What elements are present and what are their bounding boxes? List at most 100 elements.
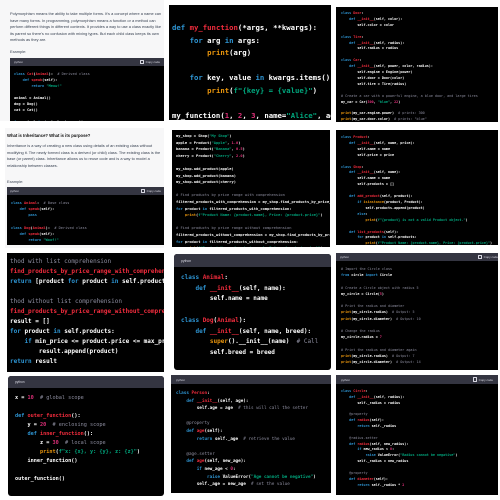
token-string: f"Product Name: {product.name}, Price: {… [377, 241, 491, 245]
token-number: 20 [40, 422, 47, 428]
token-string: "Cherry" [213, 153, 232, 158]
token-keyword: in [38, 120, 42, 121]
clipboard-icon [140, 188, 145, 194]
token-keyword: def [349, 170, 356, 175]
token-string: f"Product Name: {product.name}, Price: {… [198, 213, 321, 218]
inheritance-heading: What is Inheritance? What is its purpose… [7, 133, 91, 138]
code-line: def age(self): [186, 428, 223, 434]
code-header: python [174, 254, 331, 267]
token-keyword: def [186, 459, 195, 465]
code-line: x = 10 # global scope [15, 395, 84, 401]
copy-code-button[interactable]: Copy code [477, 254, 498, 260]
code-line: def inner_function(): [27, 431, 94, 437]
clipboard-icon [139, 59, 144, 65]
token-keyword: in [53, 328, 61, 335]
code-line: raise ValueError("Age cannot be negative… [207, 474, 316, 480]
token-keyword: def [349, 194, 356, 199]
token-keyword: def [349, 476, 356, 481]
token-name: inner_function [40, 431, 84, 437]
code-line: print(f"{key} = {value}") [207, 85, 318, 95]
copy-code-button[interactable]: Copy code [140, 188, 161, 194]
token-keyword: return [31, 84, 45, 88]
token-name: speak [28, 232, 40, 237]
token-name: Shop [353, 164, 362, 169]
code-line: filtered_products_with_comprehension = m… [176, 199, 330, 204]
token-comment: # enclosing scope [52, 422, 106, 428]
token-keyword: def [19, 232, 27, 237]
code-line: if min_price <= product.price <= max_pri… [24, 338, 164, 345]
token-builtin: print [365, 217, 376, 222]
token-builtin: print [341, 353, 352, 358]
code-line: print(f"Product Name: {product.name}, Pr… [365, 241, 493, 245]
token-keyword: def [19, 207, 27, 212]
token-string: "My Shop" [209, 134, 230, 138]
token-comment: # Find products by price range with comp… [176, 193, 285, 198]
token-keyword: in [255, 73, 265, 83]
args-kwargs-code: def my_function(*args, **kwargs): for ar… [169, 5, 331, 120]
code-line: outer_function() [15, 476, 65, 482]
code-line: thod without list comprehension [10, 297, 161, 307]
token-keyword: if [357, 199, 362, 204]
code-line: for product in filtered_products_without… [176, 239, 299, 244]
token-number: 7 [379, 335, 382, 340]
token-name: Animal [32, 225, 46, 230]
token-name: Car [353, 58, 360, 63]
token-comment: # prints: 300 [398, 111, 425, 116]
token-builtin: print [341, 360, 352, 365]
token-builtin: print [185, 246, 196, 247]
token-builtin: print [207, 48, 230, 58]
copy-label: Copy code [146, 189, 161, 193]
token-name: Product [353, 135, 368, 139]
token-number: 0.5 [235, 147, 243, 152]
shop-usage-code: my_shop = Shop("My Shop") apple = Product… [172, 130, 330, 247]
token-number: 2.0 [235, 153, 243, 158]
copy-code-button[interactable]: Copy code [472, 377, 493, 382]
token-keyword: raise [365, 453, 376, 458]
token-keyword: class [14, 72, 25, 76]
token-keyword: for [189, 35, 203, 45]
code-line: print(f"Product Name: {product.name}, Pr… [176, 245, 326, 247]
code-line: print(my_circle.diameter) # Output: 14 [341, 360, 421, 365]
code-line: self.name = name [181, 295, 268, 303]
token-string: "Alice" [286, 111, 318, 120]
code-line: for arg in args: [189, 35, 260, 45]
token-keyword: def [349, 64, 356, 69]
token-comment: # Output: 10 [396, 316, 421, 321]
token-comment: @property [186, 421, 210, 427]
token-number: 1.0 [231, 140, 239, 145]
token-keyword: in [224, 35, 234, 45]
token-name: __init__ [209, 284, 239, 292]
token-keyword: in [381, 235, 386, 240]
token-keyword: return [10, 278, 32, 285]
code-block: class Cat(Animal): # Derived class def s… [10, 66, 164, 121]
code-line: def __init__(self, name): [195, 284, 286, 292]
token-comment: # this will call the setter [238, 406, 308, 412]
code-header: python Copy code [336, 253, 498, 261]
code-line: find_products_by_price_range_without_com… [10, 307, 164, 317]
code-line: my_shop.add_product(cherry) [176, 180, 236, 185]
token-name: Animal [217, 316, 239, 324]
code-line: class Dog(Animal): [181, 316, 247, 324]
token-keyword: def [349, 441, 356, 446]
token-keyword: def [349, 40, 356, 45]
code-line: my_shop = Shop("My Shop") [176, 134, 232, 138]
token-name: Animal [24, 201, 37, 205]
token-string: f"{product} is not a valid Product objec… [377, 217, 466, 222]
language-label: python [10, 189, 20, 193]
code-block: class Person: def __init__(self, age): s… [171, 384, 331, 493]
token-comment: # Import the Circle class [341, 267, 393, 271]
token-comment: # Output: 7 [392, 353, 415, 358]
token-comment: # Derived class [57, 72, 90, 76]
token-comment: # Derived class [54, 225, 87, 230]
code-line: # Find products by price range with comp… [176, 192, 326, 199]
token-name: __init__ [357, 170, 374, 175]
copy-code-button[interactable]: Copy code [139, 59, 160, 65]
token-keyword: if [196, 466, 202, 472]
token-string: f"Product Name: {product.name}, Price: {… [198, 246, 320, 247]
